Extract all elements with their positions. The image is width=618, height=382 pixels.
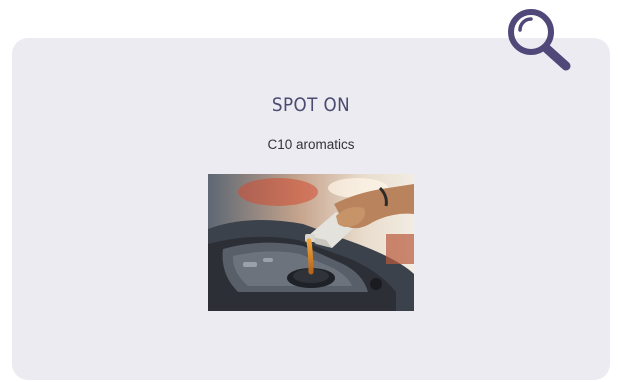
card-title: SPOT ON bbox=[271, 94, 351, 116]
search-icon[interactable] bbox=[504, 6, 574, 72]
engine-oil-photo[interactable] bbox=[208, 174, 414, 311]
card-subtitle: C10 aromatics bbox=[267, 137, 355, 152]
product-card[interactable]: SPOT ON C10 aromatics bbox=[12, 38, 610, 380]
